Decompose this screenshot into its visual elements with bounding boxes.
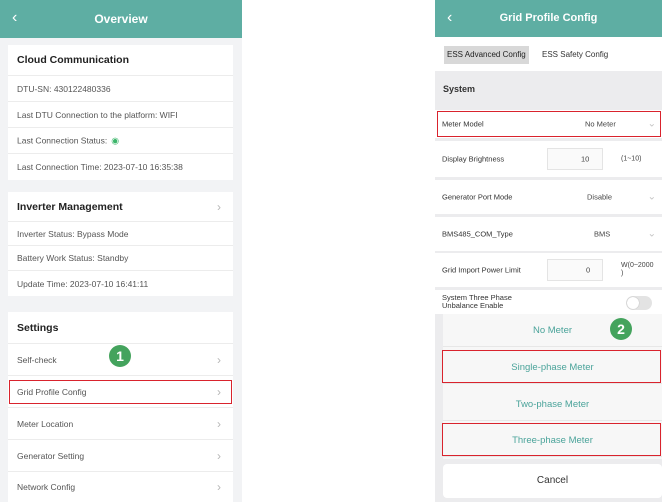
chevron-right-icon: › <box>217 480 221 494</box>
page-title: Overview <box>94 12 148 26</box>
dtu-sn-row: DTU-SN: 430122480336 <box>8 76 233 102</box>
display-brightness-row: Display Brightness 10 (1~10) <box>435 141 662 177</box>
settings-item-network-config[interactable]: Network Config › <box>8 472 233 502</box>
wifi-icon: ◉ <box>111 135 120 145</box>
step-badge-2: 2 <box>610 318 632 340</box>
chevron-down-icon: ⌄ <box>647 191 656 203</box>
bms485-com-type-row[interactable]: BMS485_COM_Type BMS ⌄ <box>435 217 662 251</box>
grid-import-power-limit-input[interactable] <box>547 259 603 281</box>
last-connection-time-row: Last Connection Time: 2023-07-10 16:35:3… <box>17 162 183 172</box>
grid-profile-config-highlight <box>9 380 232 404</box>
inverter-management-row[interactable]: Inverter Management › <box>8 192 233 222</box>
chevron-right-icon: › <box>217 199 221 214</box>
page-title: Grid Profile Config <box>499 12 598 24</box>
tab-ess-safety-config[interactable]: ESS Safety Config <box>539 46 611 64</box>
option-two-phase-meter[interactable]: Two-phase Meter <box>443 388 662 421</box>
grid-import-power-limit-row: Grid Import Power Limit 0 W(0~2000 ) <box>435 253 662 287</box>
update-time-row: Update Time: 2023-07-10 16:41:11 <box>17 278 149 289</box>
grid-profile-header: ‹ Grid Profile Config <box>435 0 662 37</box>
bms485-com-type-value[interactable]: BMS <box>594 230 610 239</box>
single-phase-meter-highlight <box>442 350 661 383</box>
last-dtu-connection-row: Last DTU Connection to the platform: WIF… <box>8 102 233 128</box>
chevron-down-icon: ⌄ <box>647 228 656 240</box>
overview-header: ‹ Overview <box>0 0 242 38</box>
overview-screen: ‹ Overview Cloud Communication DTU-SN: 4… <box>0 0 242 502</box>
display-brightness-input[interactable] <box>547 148 603 170</box>
chevron-right-icon: › <box>217 416 221 431</box>
system-section-title: System <box>443 84 476 94</box>
tab-ess-advanced-config[interactable]: ESS Advanced Config <box>444 46 529 64</box>
meter-model-highlight <box>437 111 661 137</box>
settings-heading: Settings <box>8 312 233 344</box>
battery-work-status-row: Battery Work Status: Standby <box>8 246 233 271</box>
settings-card: Settings Self-check › Grid Profile Confi… <box>8 312 233 502</box>
settings-item-generator-setting[interactable]: Generator Setting › <box>8 440 233 472</box>
last-connection-status-row: Last Connection Status: ◉ <box>8 128 233 154</box>
generator-port-mode-row[interactable]: Generator Port Mode Disable ⌄ <box>435 180 662 214</box>
inverter-management-card: Inverter Management › Inverter Status: B… <box>8 192 233 296</box>
chevron-right-icon: › <box>217 448 221 463</box>
chevron-right-icon: › <box>217 352 221 367</box>
cloud-communication-card: Cloud Communication DTU-SN: 430122480336… <box>8 45 233 180</box>
three-phase-unbalance-row: System Three Phase Unbalance Enable <box>435 290 662 314</box>
cloud-communication-heading: Cloud Communication <box>8 45 233 76</box>
settings-item-meter-location[interactable]: Meter Location › <box>8 408 233 440</box>
grid-profile-config-screen: ‹ Grid Profile Config ESS Advanced Confi… <box>435 0 662 502</box>
cancel-button[interactable]: Cancel <box>443 464 662 498</box>
step-badge-1: 1 <box>109 345 131 367</box>
config-tabs: ESS Advanced Config ESS Safety Config <box>435 37 662 71</box>
inverter-status-row: Inverter Status: Bypass Mode <box>8 222 233 246</box>
three-phase-unbalance-toggle[interactable] <box>626 296 652 310</box>
generator-port-mode-value[interactable]: Disable <box>587 193 612 202</box>
three-phase-meter-highlight <box>442 423 661 456</box>
